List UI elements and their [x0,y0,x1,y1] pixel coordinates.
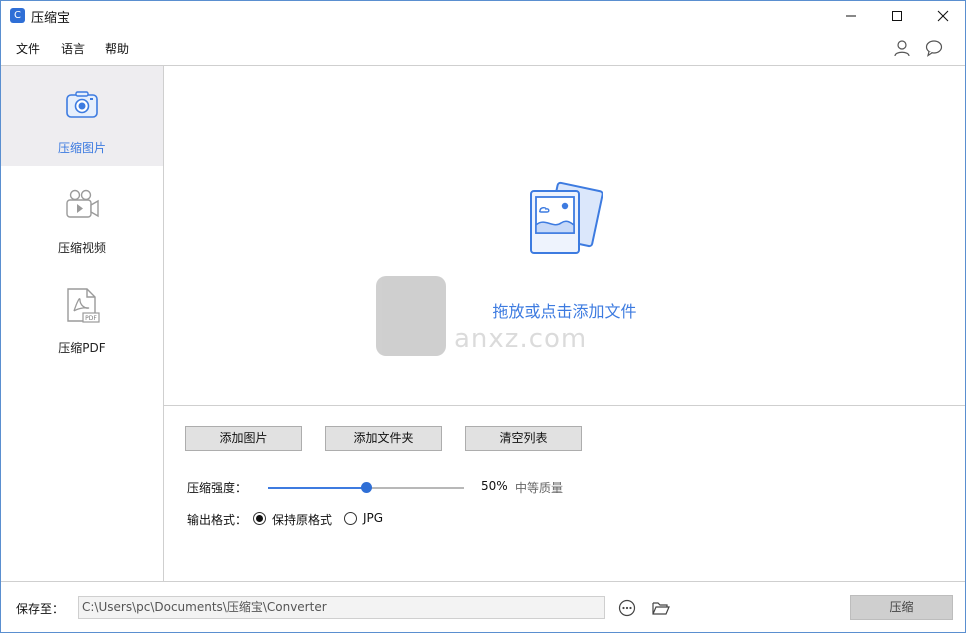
minimize-icon [846,15,856,17]
pdf-compress-icon: PDF [67,288,100,323]
close-icon [937,10,949,22]
image-compress-icon [66,91,98,118]
add-images-icon [530,181,603,254]
radio-keep-format[interactable] [253,512,266,525]
maximize-icon [892,11,902,21]
sidebar: 压缩图片 压缩视频 PDF 压缩PDF [1,66,163,581]
options-panel: 添加图片 添加文件夹 清空列表 压缩强度： 50% 中等质量 输出格式： 保持原… [164,406,965,581]
more-icon [618,599,636,617]
sidebar-label-compress-pdf: 压缩PDF [58,341,106,355]
browse-more-button[interactable] [617,598,637,618]
quality-text: 中等质量 [515,481,564,495]
user-icon [894,40,910,57]
app-window: C 压缩宝 文件 语言 帮助 压缩图片 压缩视频 PDF 压缩PDF anxz.… [0,0,966,633]
title-bar: C 压缩宝 [1,1,965,31]
sidebar-item-compress-pdf[interactable]: PDF 压缩PDF [1,266,163,366]
strength-label: 压缩强度： [187,481,248,495]
maximize-button[interactable] [874,1,920,31]
compress-button[interactable]: 压缩 [850,595,953,620]
minimize-button[interactable] [828,1,874,31]
chat-icon [925,40,943,57]
close-button[interactable] [920,1,966,31]
drop-hint-text: 拖放或点击添加文件 [492,302,637,321]
save-path-field[interactable]: C:\Users\pc\Documents\压缩宝\Converter [78,596,605,619]
menu-help[interactable]: 帮助 [105,40,129,57]
radio-keep-format-label[interactable]: 保持原格式 [272,511,332,528]
strength-slider-fill [268,487,366,489]
window-title: 压缩宝 [31,11,71,26]
open-folder-button[interactable] [651,598,671,618]
drop-zone[interactable]: anxz.com 拖放或点击添加文件 [164,66,965,405]
app-logo-icon: C [10,8,25,23]
menu-file[interactable]: 文件 [16,40,40,57]
bottom-bar: 保存至： C:\Users\pc\Documents\压缩宝\Converter… [1,582,965,632]
sidebar-item-compress-video[interactable]: 压缩视频 [1,166,163,266]
feedback-button[interactable] [924,38,944,58]
video-compress-icon [66,189,99,218]
radio-jpg[interactable] [344,512,357,525]
svg-text:PDF: PDF [85,315,97,322]
sidebar-item-compress-image[interactable]: 压缩图片 [1,66,163,166]
radio-jpg-label[interactable]: JPG [363,511,383,525]
watermark-text: anxz.com [454,324,588,354]
sidebar-label-compress-image: 压缩图片 [57,141,106,155]
strength-slider-thumb[interactable] [360,482,372,493]
clear-list-button[interactable]: 清空列表 [465,426,582,451]
folder-open-icon [652,602,670,615]
sidebar-label-compress-video: 压缩视频 [57,241,106,255]
user-button[interactable] [892,38,912,58]
add-folder-button[interactable]: 添加文件夹 [325,426,442,451]
format-label: 输出格式： [187,513,248,527]
menu-language[interactable]: 语言 [61,40,85,57]
save-to-label: 保存至： [16,602,65,616]
menu-bar: 文件 语言 帮助 [1,31,965,65]
add-images-button[interactable]: 添加图片 [185,426,302,451]
strength-value: 50% [481,479,508,493]
